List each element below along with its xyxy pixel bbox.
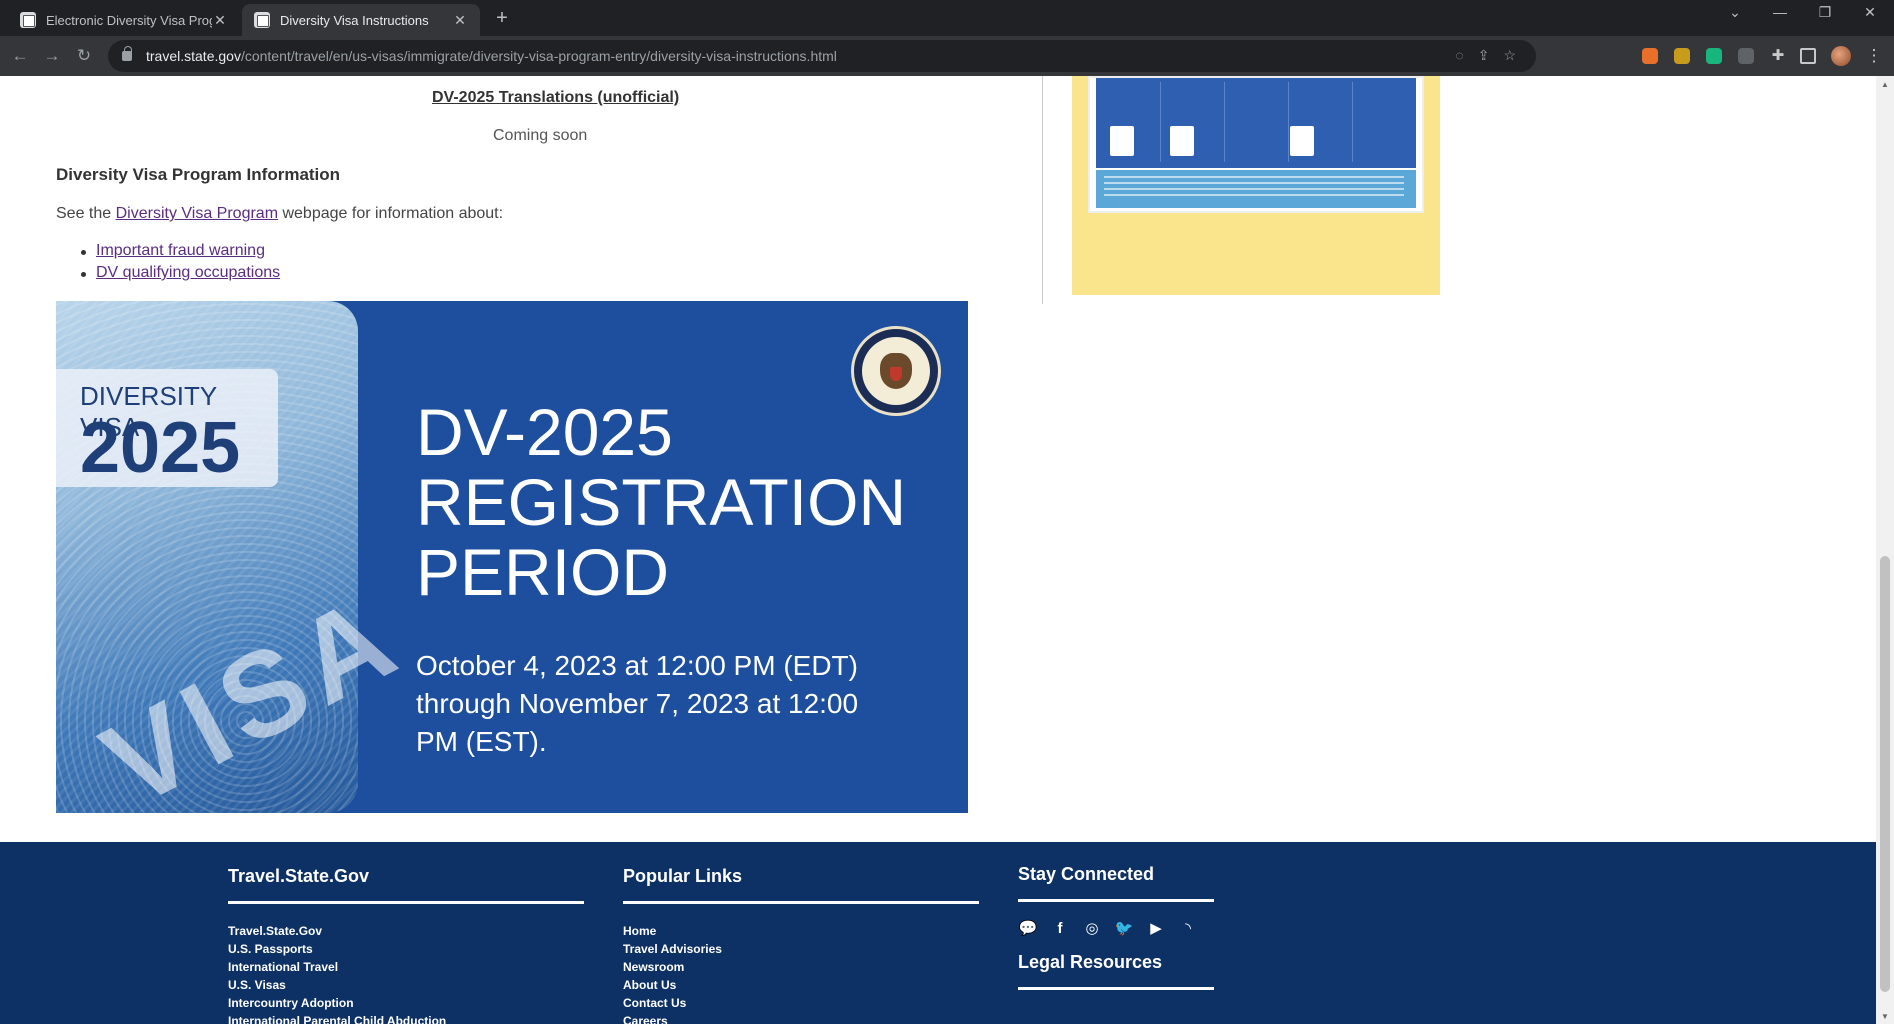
- page-scrollbar[interactable]: ▲ ▼: [1876, 76, 1894, 1024]
- site-footer: Travel.State.Gov Travel.State.Gov U.S. P…: [0, 842, 1876, 1024]
- banner-title-line: REGISTRATION: [416, 465, 907, 539]
- chat-icon[interactable]: 💬: [1018, 920, 1038, 938]
- info-list: Important fraud warning DV qualifying oc…: [80, 242, 280, 286]
- extension-icon[interactable]: [1738, 48, 1754, 64]
- eye-off-icon[interactable]: ◌: [1455, 47, 1463, 64]
- footer-col-stay-connected: Stay Connected 💬 f ◎ 🐦 ▶ ◝ Legal Resourc…: [1018, 864, 1214, 990]
- twitter-icon[interactable]: 🐦: [1114, 920, 1134, 938]
- infographic-tips: [1096, 170, 1416, 208]
- footer-col-travel: Travel.State.Gov Travel.State.Gov U.S. P…: [228, 866, 584, 1024]
- page-favicon-icon: [254, 12, 270, 28]
- dv-2025-banner: VISA DIVERSITY VISA 2025 DV-2025 REGISTR…: [56, 301, 968, 813]
- close-window-button[interactable]: ✕: [1855, 4, 1885, 26]
- scroll-up-arrow-icon[interactable]: ▲: [1880, 80, 1890, 89]
- footer-link[interactable]: Travel Advisories: [623, 942, 979, 960]
- tab-electronic-diversity-visa[interactable]: Electronic Diversity Visa Program ✕: [8, 4, 240, 36]
- footer-heading: Stay Connected: [1018, 864, 1214, 902]
- fraud-warning-link[interactable]: Important fraud warning: [96, 242, 265, 259]
- banner-title: DV-2025 REGISTRATION PERIOD: [416, 397, 906, 607]
- sidebar-promo-box: [1072, 76, 1440, 295]
- coming-soon-text: Coming soon: [493, 127, 588, 144]
- visa-photo: VISA DIVERSITY VISA 2025: [56, 301, 421, 813]
- tab-label: Electronic Diversity Visa Program: [46, 12, 212, 28]
- address-bar[interactable]: travel.state.gov/content/travel/en/us-vi…: [108, 40, 1536, 72]
- intro-prefix: See the: [56, 205, 116, 222]
- intro-paragraph: See the Diversity Visa Program webpage f…: [56, 205, 503, 223]
- instagram-icon[interactable]: ◎: [1082, 920, 1102, 938]
- extension-icon[interactable]: [1706, 48, 1722, 64]
- footer-link[interactable]: Home: [623, 924, 979, 942]
- back-button[interactable]: ←: [8, 44, 32, 68]
- restore-button[interactable]: ❐: [1810, 4, 1840, 26]
- side-panel-icon[interactable]: [1800, 48, 1816, 64]
- footer-link[interactable]: About Us: [623, 978, 979, 996]
- badge-year: 2025: [80, 408, 241, 488]
- footer-link[interactable]: Travel.State.Gov: [228, 924, 584, 942]
- footer-link[interactable]: U.S. Passports: [228, 942, 584, 960]
- intro-suffix: webpage for information about:: [278, 205, 504, 222]
- footer-link[interactable]: International Parental Child Abduction: [228, 1014, 584, 1024]
- visa-word: VISA: [82, 567, 422, 813]
- document-icon: [1170, 126, 1194, 156]
- tab-diversity-visa-instructions[interactable]: Diversity Visa Instructions ✕: [242, 4, 480, 36]
- footer-heading: Legal Resources: [1018, 952, 1214, 990]
- extensions-puzzle-icon[interactable]: ✚: [1770, 48, 1786, 64]
- dv-badge: DIVERSITY VISA 2025: [56, 369, 278, 488]
- social-icons: 💬 f ◎ 🐦 ▶ ◝: [1018, 920, 1214, 938]
- browser-toolbar: ← → ↻ travel.state.gov/content/travel/en…: [0, 36, 1894, 76]
- facebook-icon[interactable]: f: [1050, 920, 1070, 938]
- footer-link[interactable]: Intercountry Adoption: [228, 996, 584, 1014]
- footer-heading: Popular Links: [623, 866, 979, 904]
- close-tab-icon[interactable]: ✕: [212, 12, 228, 29]
- url-path: /content/travel/en/us-visas/immigrate/di…: [240, 48, 837, 64]
- infographic-image[interactable]: [1088, 76, 1424, 213]
- more-menu-icon[interactable]: ⋮: [1862, 44, 1886, 68]
- share-icon[interactable]: ⇪: [1478, 47, 1490, 64]
- column-divider: [1042, 76, 1043, 304]
- footer-link[interactable]: U.S. Visas: [228, 978, 584, 996]
- extension-icon[interactable]: [1642, 48, 1658, 64]
- diversity-visa-program-link[interactable]: Diversity Visa Program: [116, 205, 278, 222]
- footer-heading: Travel.State.Gov: [228, 866, 584, 904]
- registration-dates: October 4, 2023 at 12:00 PM (EDT) throug…: [416, 650, 859, 757]
- close-tab-icon[interactable]: ✕: [452, 12, 468, 29]
- forward-button[interactable]: →: [40, 44, 64, 68]
- document-icon: [1290, 126, 1314, 156]
- list-item: DV qualifying occupations: [80, 264, 280, 286]
- footer-links: Travel.State.Gov U.S. Passports Internat…: [228, 924, 584, 1024]
- url-host: travel.state.gov: [146, 48, 241, 64]
- page-content: DV-2025 Translations (unofficial) Coming…: [0, 76, 1876, 1024]
- rss-icon[interactable]: ◝: [1178, 920, 1198, 938]
- tab-label: Diversity Visa Instructions: [280, 12, 429, 28]
- lock-icon[interactable]: [122, 46, 132, 61]
- banner-title-line: PERIOD: [416, 535, 670, 609]
- bookmark-star-icon[interactable]: ☆: [1503, 47, 1516, 64]
- reload-button[interactable]: ↻: [72, 44, 96, 68]
- tab-search-icon[interactable]: ⌄: [1720, 4, 1750, 26]
- new-tab-button[interactable]: +: [490, 6, 514, 30]
- minimize-button[interactable]: —: [1765, 4, 1795, 26]
- scrollbar-thumb[interactable]: [1880, 556, 1890, 992]
- banner-title-line: DV-2025: [416, 395, 673, 469]
- list-item: Important fraud warning: [80, 242, 280, 264]
- footer-link[interactable]: Contact Us: [623, 996, 979, 1014]
- youtube-icon[interactable]: ▶: [1146, 920, 1166, 938]
- translations-link[interactable]: DV-2025 Translations (unofficial): [432, 89, 679, 107]
- footer-link[interactable]: International Travel: [228, 960, 584, 978]
- qualifying-occupations-link[interactable]: DV qualifying occupations: [96, 264, 280, 281]
- document-icon: [1110, 126, 1134, 156]
- tab-strip: Electronic Diversity Visa Program ✕ Dive…: [0, 0, 1894, 36]
- section-heading: Diversity Visa Program Information: [56, 165, 341, 184]
- footer-col-popular: Popular Links Home Travel Advisories New…: [623, 866, 979, 1024]
- footer-link[interactable]: Newsroom: [623, 960, 979, 978]
- profile-avatar[interactable]: [1831, 46, 1851, 66]
- extension-icon[interactable]: [1674, 48, 1690, 64]
- page-favicon-icon: [20, 12, 36, 28]
- infographic-steps: [1096, 78, 1416, 168]
- footer-link[interactable]: Careers: [623, 1014, 979, 1024]
- footer-links: Home Travel Advisories Newsroom About Us…: [623, 924, 979, 1024]
- scroll-down-arrow-icon[interactable]: ▼: [1880, 1012, 1890, 1021]
